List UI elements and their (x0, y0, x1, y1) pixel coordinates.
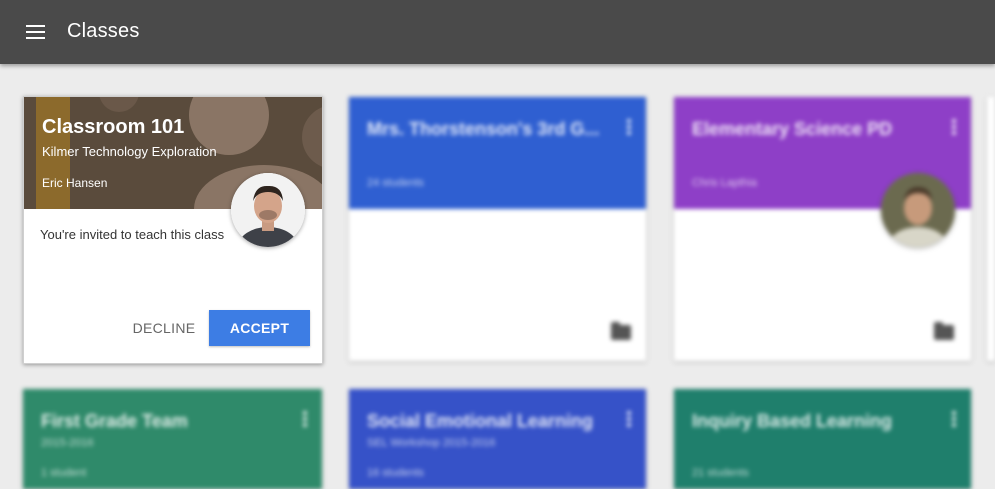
class-title[interactable]: Social Emotional Learning (367, 411, 593, 432)
page-title: Classes (67, 20, 140, 42)
class-card[interactable]: First Grade Team 2015-2016 1 student (23, 389, 322, 489)
teacher-avatar (231, 173, 305, 247)
class-subtitle: 24 students (367, 177, 424, 189)
class-title[interactable]: Inquiry Based Learning (692, 411, 892, 432)
more-options-icon[interactable] (619, 117, 639, 137)
class-card[interactable]: Mrs. Thorstenson's 3rd G... 24 students (349, 97, 646, 361)
class-student-count: 16 students (367, 467, 424, 479)
class-card-partial (987, 97, 995, 361)
folder-icon[interactable] (934, 322, 954, 340)
class-header-banner[interactable]: Social Emotional Learning SEL Workshop 2… (349, 389, 646, 489)
class-header-banner[interactable]: Inquiry Based Learning 21 students (674, 389, 971, 489)
teacher-photo (881, 173, 955, 247)
class-title[interactable]: First Grade Team (41, 411, 188, 432)
class-card[interactable]: Social Emotional Learning SEL Workshop 2… (349, 389, 646, 489)
hamburger-menu-icon[interactable] (16, 14, 56, 50)
class-title[interactable]: Classroom 101 (42, 116, 184, 139)
class-card[interactable]: Inquiry Based Learning 21 students (674, 389, 971, 489)
teacher-photo (231, 173, 305, 247)
more-options-icon[interactable] (619, 409, 639, 429)
class-subtitle: 2015-2016 (41, 437, 94, 449)
more-options-icon[interactable] (295, 409, 315, 429)
more-options-icon[interactable] (944, 409, 964, 429)
class-card[interactable]: Elementary Science PD Chris Lapthia (674, 97, 971, 361)
class-header-banner[interactable]: Mrs. Thorstenson's 3rd G... 24 students (349, 97, 646, 209)
class-student-count: 1 student (41, 467, 87, 479)
class-header-banner[interactable]: First Grade Team 2015-2016 1 student (23, 389, 322, 489)
class-subtitle: Chris Lapthia (692, 177, 757, 189)
class-section: Kilmer Technology Exploration (42, 144, 217, 159)
app-bar: Classes (0, 0, 995, 64)
class-subtitle: SEL Workshop 2015-2016 (367, 437, 496, 449)
accept-button[interactable]: ACCEPT (209, 310, 310, 346)
class-student-count: 21 students (692, 467, 749, 479)
decline-button[interactable]: DECLINE (124, 310, 204, 346)
class-title[interactable]: Mrs. Thorstenson's 3rd G... (367, 119, 599, 140)
folder-icon[interactable] (611, 322, 631, 340)
invite-message: You're invited to teach this class (40, 227, 225, 242)
teacher-name: Eric Hansen (42, 176, 108, 190)
teacher-avatar (881, 173, 955, 247)
class-title[interactable]: Elementary Science PD (692, 119, 892, 140)
more-options-icon[interactable] (944, 117, 964, 137)
class-invite-card: Classroom 101 Kilmer Technology Explorat… (23, 96, 323, 364)
